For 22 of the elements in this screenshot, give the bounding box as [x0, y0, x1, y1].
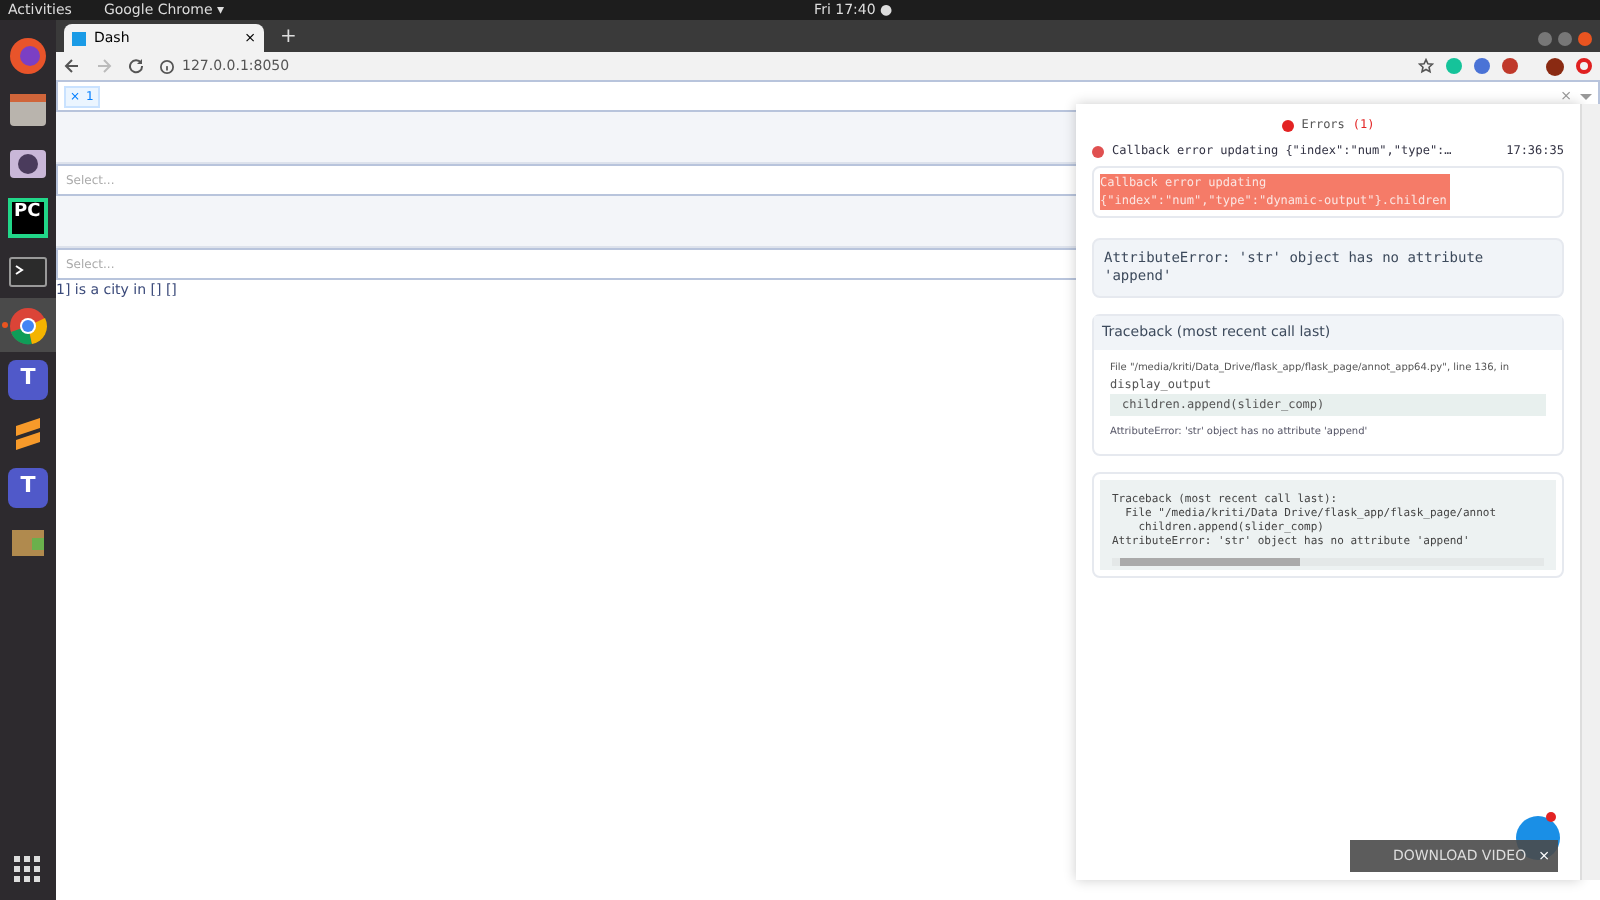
new-tab-button[interactable]: +	[280, 24, 297, 52]
teams-logo[interactable]: T	[8, 467, 48, 507]
firefox-icon[interactable]	[8, 35, 48, 75]
terminal-icon[interactable]	[8, 251, 48, 291]
maximize-button[interactable]	[1558, 32, 1572, 46]
vertical-scrollbar[interactable]	[1580, 104, 1600, 880]
tab-favicon-icon	[72, 31, 86, 45]
pycharm-logo[interactable]: PC	[8, 197, 48, 237]
drawer-icon[interactable]	[8, 89, 48, 129]
close-window-button[interactable]	[1578, 32, 1592, 46]
error-icon	[1092, 145, 1104, 157]
app-grid-icon[interactable]	[14, 856, 42, 884]
horizontal-scrollbar[interactable]	[1112, 557, 1544, 565]
teams-logo[interactable]: T	[8, 359, 48, 399]
star-icon[interactable]	[1418, 58, 1434, 74]
info-icon	[160, 59, 174, 73]
chrome-icon[interactable]	[8, 305, 48, 345]
minimize-button[interactable]	[1538, 32, 1552, 46]
reload-icon[interactable]	[128, 58, 144, 74]
extension-icon[interactable]	[1576, 58, 1592, 74]
avatar-icon[interactable]	[1546, 57, 1564, 75]
back-icon[interactable]	[64, 58, 80, 74]
